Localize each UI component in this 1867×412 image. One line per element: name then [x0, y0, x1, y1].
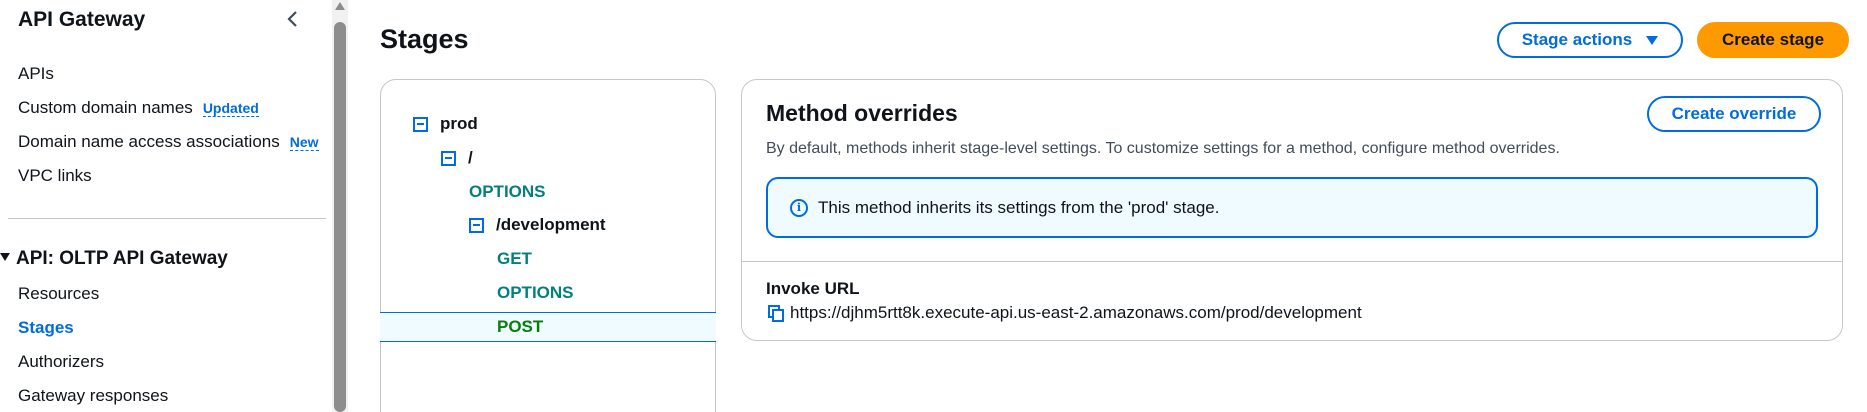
- section-divider: [742, 261, 1842, 262]
- sidebar-item-label: APIs: [18, 64, 54, 83]
- sidebar-item-gateway-responses[interactable]: Gateway responses: [18, 386, 168, 406]
- tree-node-root-resource[interactable]: /: [441, 144, 473, 172]
- tree-collapse-icon[interactable]: [413, 116, 428, 132]
- method-overrides-description: By default, methods inherit stage-level …: [766, 140, 1560, 157]
- tree-node-label: /: [468, 148, 473, 167]
- stage-actions-button[interactable]: Stage actions: [1497, 22, 1683, 58]
- caret-down-icon: [0, 252, 10, 261]
- create-stage-button[interactable]: Create stage: [1697, 22, 1849, 58]
- collapse-sidebar-button[interactable]: [282, 8, 304, 30]
- sidebar-item-label: Custom domain names: [18, 98, 193, 117]
- invoke-url-label: Invoke URL: [766, 279, 860, 298]
- sidebar-item-label: VPC links: [18, 166, 92, 185]
- create-override-button[interactable]: Create override: [1647, 96, 1821, 132]
- tree-method-label: GET: [497, 249, 532, 268]
- tree-node-stage[interactable]: prod: [413, 110, 478, 138]
- tree-method-label: POST: [497, 317, 544, 336]
- selected-tree-row-highlight: [380, 312, 716, 342]
- updated-badge[interactable]: Updated: [202, 100, 259, 117]
- tree-collapse-icon[interactable]: [441, 150, 456, 166]
- tree-method-get[interactable]: GET: [497, 245, 532, 273]
- sidebar-item-vpc-links[interactable]: VPC links: [18, 166, 92, 186]
- method-overrides-panel: Method overrides Create override By defa…: [741, 79, 1843, 341]
- tree-method-options-root[interactable]: OPTIONS: [469, 178, 546, 206]
- navigation-sidebar: API Gateway APIs Custom domain names Upda…: [0, 0, 332, 412]
- sidebar-item-label: Domain name access associations: [18, 132, 280, 151]
- tree-method-post[interactable]: POST: [497, 313, 543, 341]
- sidebar-item-label: Resources: [18, 284, 100, 303]
- info-icon: i: [790, 198, 808, 217]
- new-badge[interactable]: New: [289, 134, 319, 151]
- sidebar-item-stages[interactable]: Stages: [18, 318, 74, 338]
- api-section-toggle[interactable]: API: OLTP API Gateway: [0, 248, 228, 270]
- page-title: Stages: [380, 24, 469, 54]
- inherit-info-alert: i This method inherits its settings from…: [766, 177, 1818, 238]
- sidebar-item-apis[interactable]: APIs: [18, 64, 54, 84]
- stage-actions-label: Stage actions: [1521, 30, 1633, 49]
- tree-node-label: prod: [440, 114, 478, 133]
- sidebar-item-custom-domain-names[interactable]: Custom domain names Updated: [18, 98, 259, 118]
- invoke-url-value[interactable]: https://djhm5rtt8k.execute-api.us-east-2…: [790, 303, 1362, 323]
- sidebar-item-domain-name-access-associations[interactable]: Domain name access associations New: [18, 132, 319, 152]
- sidebar-item-label: Authorizers: [18, 352, 104, 371]
- tree-method-label: OPTIONS: [469, 182, 546, 201]
- copy-icon[interactable]: [766, 303, 786, 323]
- caret-down-icon: [1646, 35, 1659, 45]
- scroll-up-arrow-icon[interactable]: [335, 2, 345, 10]
- tree-method-label: OPTIONS: [497, 283, 574, 302]
- create-stage-label: Create stage: [1721, 30, 1825, 49]
- info-alert-text: This method inherits its settings from t…: [818, 197, 1220, 217]
- sidebar-title: API Gateway: [18, 8, 146, 31]
- tree-node-development-resource[interactable]: /development: [469, 211, 606, 239]
- tree-node-label: /development: [496, 215, 606, 234]
- tree-method-options[interactable]: OPTIONS: [497, 279, 574, 307]
- sidebar-divider: [8, 218, 326, 219]
- create-override-label: Create override: [1671, 104, 1797, 123]
- sidebar-item-resources[interactable]: Resources: [18, 284, 99, 304]
- chevron-left-icon: [287, 11, 297, 27]
- scrollbar-thumb[interactable]: [334, 22, 346, 412]
- sidebar-item-label: Stages: [18, 318, 74, 337]
- tree-collapse-icon[interactable]: [469, 217, 484, 233]
- api-section-title: API: OLTP API Gateway: [16, 248, 228, 269]
- sidebar-item-label: Gateway responses: [18, 386, 169, 405]
- sidebar-scrollbar[interactable]: [332, 0, 348, 412]
- invoke-url-row: https://djhm5rtt8k.execute-api.us-east-2…: [766, 303, 1362, 323]
- method-overrides-title: Method overrides: [766, 100, 958, 126]
- sidebar-item-authorizers[interactable]: Authorizers: [18, 352, 104, 372]
